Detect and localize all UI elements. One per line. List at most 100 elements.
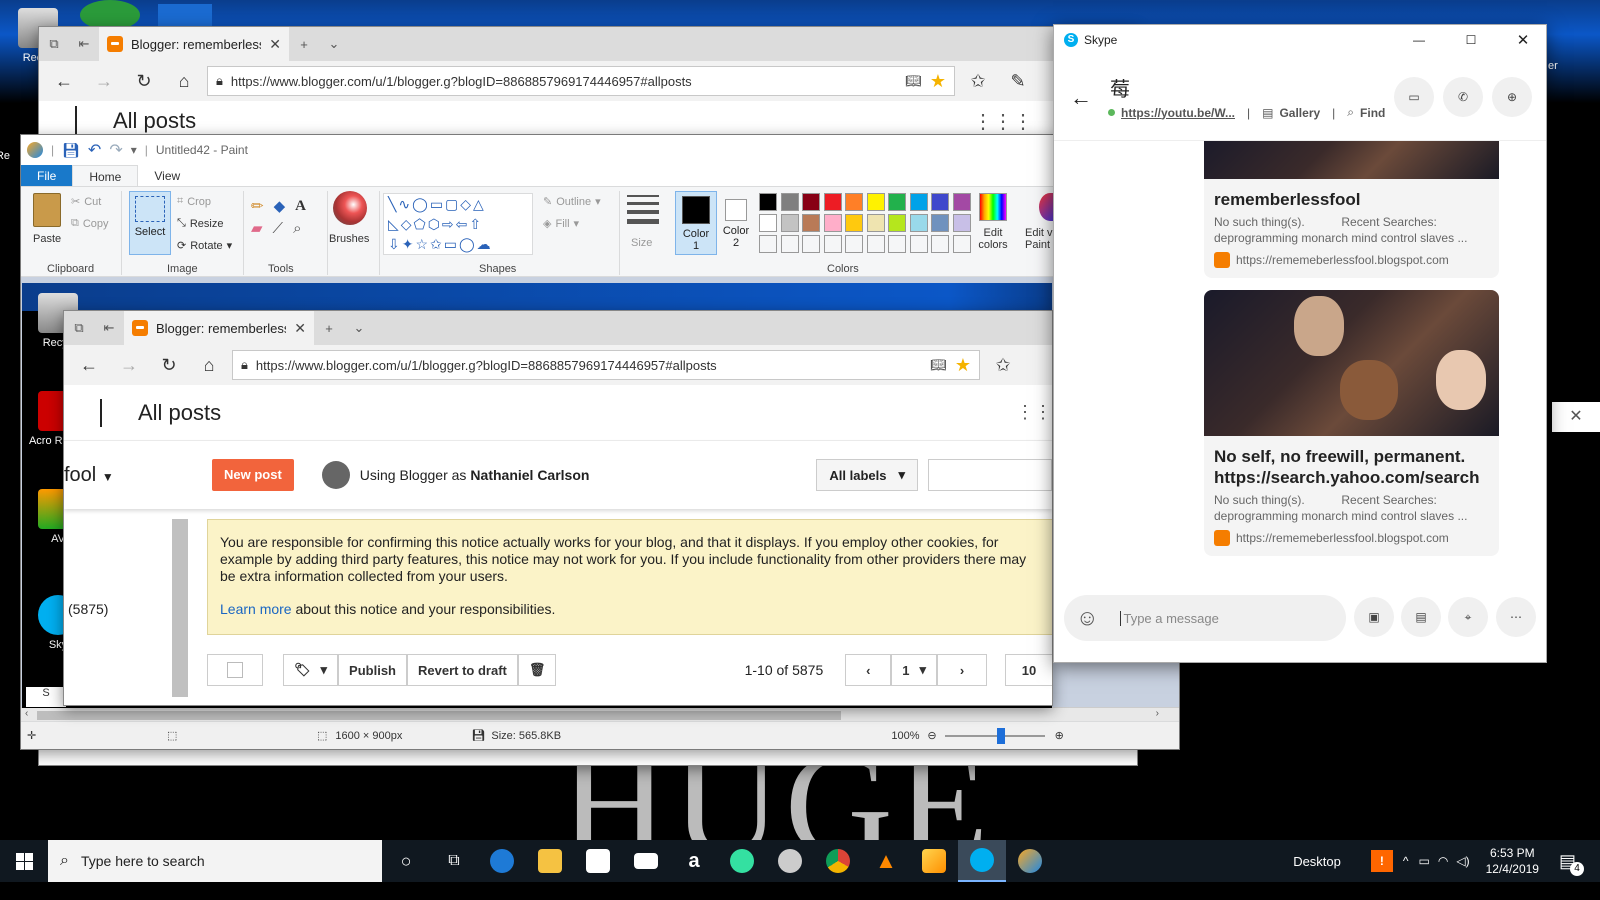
- forward-icon[interactable]: →: [87, 65, 121, 97]
- edit-with-paint3d-button[interactable]: Edit v Paint: [1025, 227, 1055, 251]
- more-options-icon[interactable]: ⋯: [1496, 597, 1536, 637]
- set-aside-tabs-icon[interactable]: ⇤: [69, 27, 99, 61]
- tab-file[interactable]: File: [21, 165, 73, 186]
- zoom-out-icon[interactable]: ⊖: [927, 729, 936, 742]
- eraser-icon[interactable]: ▰: [251, 219, 263, 237]
- skype-window[interactable]: S Skype — ☐ ✕ ← 莓 https://youtu.be/W... …: [1053, 24, 1547, 663]
- zoom-slider-thumb[interactable]: [996, 727, 1005, 744]
- minimize-icon[interactable]: —: [1396, 33, 1442, 47]
- shapes-gallery[interactable]: ╲∿◯▭▢◇△ ◺◇⬠⬡⇨⇦⇧ ⇩✦☆✩▭◯☁: [383, 193, 533, 255]
- select-button[interactable]: Select: [129, 191, 171, 255]
- cortana-icon[interactable]: ○: [382, 840, 430, 882]
- paint-taskbar-icon[interactable]: [1006, 840, 1054, 882]
- color-swatch[interactable]: [823, 193, 842, 211]
- size-button[interactable]: [627, 195, 659, 224]
- zoom-slider[interactable]: [944, 727, 1045, 744]
- clipboard-icon[interactable]: [33, 193, 61, 227]
- location-icon[interactable]: ⌖: [1448, 597, 1488, 637]
- color-swatch[interactable]: [845, 193, 863, 211]
- windows-start-icon[interactable]: [0, 840, 48, 882]
- mail-icon[interactable]: [622, 840, 670, 882]
- link-preview-card[interactable]: rememberlessfool No such thing(s). Recen…: [1204, 141, 1499, 278]
- color-swatch[interactable]: [759, 193, 777, 211]
- undo-icon[interactable]: ↶: [88, 140, 101, 160]
- taskbar-search-box[interactable]: ⌕ Type here to search: [48, 840, 382, 882]
- color-swatch[interactable]: [866, 193, 885, 211]
- tab-home[interactable]: Home: [72, 165, 139, 186]
- fill-button[interactable]: ◈ Fill ▾: [543, 217, 579, 231]
- contact-card-icon[interactable]: ▤: [1401, 597, 1441, 637]
- chevron-up-icon[interactable]: ^: [1403, 854, 1409, 868]
- color-swatch[interactable]: [909, 193, 928, 211]
- pen-app-icon[interactable]: [910, 840, 958, 882]
- crop-button[interactable]: ⌗ Crop: [177, 195, 211, 208]
- copy-button[interactable]: ⧉ Copy: [71, 217, 109, 230]
- save-icon[interactable]: 💾︎: [62, 142, 80, 159]
- pencil-icon[interactable]: ✏: [251, 197, 264, 215]
- color-swatch[interactable]: [845, 235, 863, 253]
- message-input[interactable]: Type a message: [1120, 610, 1219, 626]
- add-people-icon[interactable]: ⊕: [1492, 77, 1532, 117]
- home-icon[interactable]: ⌂: [167, 65, 201, 97]
- outline-button[interactable]: ✎ Outline ▾: [543, 195, 601, 209]
- address-bar[interactable]: 🔒︎ https://www.blogger.com/u/1/blogger.g…: [207, 66, 955, 96]
- gallery-button[interactable]: Gallery: [1279, 106, 1320, 120]
- color-swatch[interactable]: [780, 214, 799, 232]
- back-icon[interactable]: ←: [47, 65, 81, 97]
- media-icon[interactable]: ▣: [1354, 597, 1394, 637]
- color-swatch[interactable]: [888, 193, 906, 211]
- skype-taskbar-icon[interactable]: [958, 840, 1006, 882]
- color-swatch[interactable]: [931, 193, 949, 211]
- color-swatch[interactable]: [888, 214, 906, 232]
- zoom-in-icon[interactable]: ⊕: [1055, 729, 1064, 742]
- refresh-icon[interactable]: ↻: [127, 65, 161, 97]
- audio-call-icon[interactable]: ✆: [1443, 77, 1483, 117]
- color-swatch[interactable]: [952, 214, 971, 232]
- scrollbar-thumb[interactable]: [37, 711, 841, 720]
- color-swatch[interactable]: [823, 235, 842, 253]
- close-icon[interactable]: ✕: [1552, 402, 1600, 432]
- maximize-icon[interactable]: ☐: [1448, 33, 1494, 47]
- favorite-star-icon[interactable]: ★: [930, 71, 946, 92]
- magnifier-icon[interactable]: ⌕: [293, 220, 301, 237]
- color-swatch[interactable]: [909, 214, 928, 232]
- chevron-down-icon[interactable]: ⌄: [319, 27, 349, 61]
- text-tool-icon[interactable]: A: [295, 198, 306, 215]
- back-arrow-icon[interactable]: ←: [1070, 85, 1092, 111]
- color-swatch[interactable]: [866, 235, 885, 253]
- task-view-icon[interactable]: ⧉: [430, 840, 478, 882]
- color-picker-icon[interactable]: ⟋: [273, 220, 284, 237]
- tab-view[interactable]: View: [138, 165, 196, 186]
- edge-taskbar-icon[interactable]: [478, 840, 526, 882]
- color-swatch[interactable]: [952, 193, 971, 211]
- color-swatch[interactable]: [780, 235, 799, 253]
- cut-button[interactable]: ✂ Cut: [71, 195, 101, 209]
- reading-view-icon[interactable]: 📖︎: [905, 73, 922, 89]
- color-swatch[interactable]: [931, 235, 949, 253]
- volume-icon[interactable]: ◁): [1456, 854, 1469, 868]
- brushes-button[interactable]: Brushes: [329, 233, 369, 245]
- edit-colors-icon[interactable]: [979, 193, 1007, 221]
- color-swatch[interactable]: [759, 214, 777, 232]
- color-swatch[interactable]: [802, 235, 820, 253]
- store-icon[interactable]: [574, 840, 622, 882]
- file-explorer-icon[interactable]: [526, 840, 574, 882]
- contact-name[interactable]: 莓: [1110, 73, 1130, 102]
- video-call-icon[interactable]: ▭: [1394, 77, 1434, 117]
- brush-icon[interactable]: [333, 191, 367, 225]
- clock[interactable]: 6:53 PM 12/4/2019: [1486, 845, 1539, 877]
- color-swatch[interactable]: [780, 193, 799, 211]
- color-swatch[interactable]: [952, 235, 971, 253]
- paste-button[interactable]: Paste: [33, 233, 61, 245]
- alert-icon[interactable]: !: [1370, 850, 1393, 872]
- new-tab-icon[interactable]: +: [289, 27, 319, 61]
- desktop-toolbar-label[interactable]: Desktop: [1293, 854, 1341, 869]
- find-button[interactable]: Find: [1360, 106, 1385, 120]
- redo-icon[interactable]: ↷: [109, 140, 122, 160]
- customize-quick-access-icon[interactable]: ▾: [131, 143, 137, 157]
- color-swatch[interactable]: [802, 214, 820, 232]
- color-swatch[interactable]: [845, 214, 863, 232]
- color-swatch[interactable]: [866, 214, 885, 232]
- close-tab-icon[interactable]: ✕: [269, 36, 281, 53]
- tripadvisor-icon[interactable]: [718, 840, 766, 882]
